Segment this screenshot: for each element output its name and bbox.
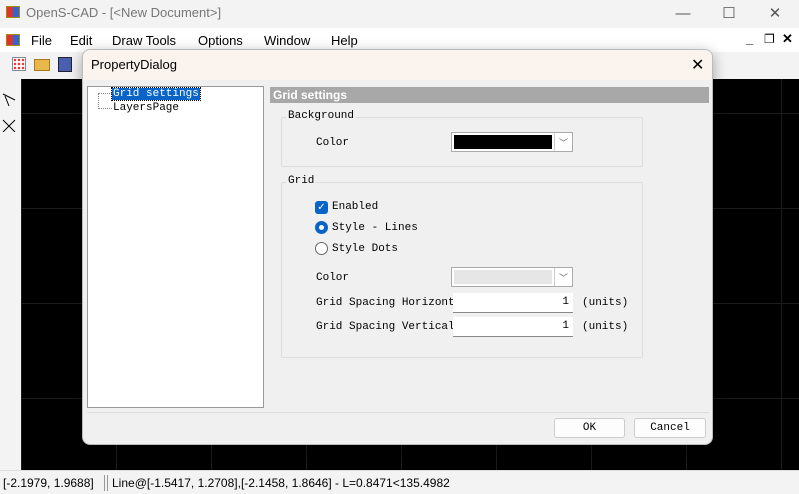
- toolbar: [0, 52, 80, 78]
- mdi-restore-icon[interactable]: ❐: [764, 32, 775, 46]
- page-header: Grid settings: [270, 87, 709, 103]
- tree-lines: [98, 93, 112, 109]
- dialog-close-icon[interactable]: ✕: [691, 55, 704, 75]
- style-dots-label: Style Dots: [332, 243, 399, 255]
- chevron-down-icon: ﹀: [554, 133, 572, 151]
- tree-item-layers-page[interactable]: LayersPage: [113, 102, 179, 114]
- menu-file[interactable]: File: [31, 33, 52, 48]
- style-dots-radio[interactable]: [315, 242, 328, 255]
- property-dialog: PropertyDialog ✕ Grid settings LayersPag…: [82, 49, 713, 445]
- mdi-icon: [6, 34, 20, 46]
- divider: [87, 412, 709, 413]
- status-coords: [-2.1979, 1.9688]: [3, 476, 94, 490]
- chevron-down-icon: ﹀: [554, 268, 572, 286]
- close-button[interactable]: ✕: [752, 0, 798, 26]
- mdi-minimize-icon[interactable]: _: [746, 31, 753, 46]
- save-icon[interactable]: [58, 57, 72, 72]
- grid-group-label: Grid: [286, 175, 317, 187]
- app-icon: [6, 6, 20, 18]
- line-tool-icon[interactable]: [1, 92, 17, 132]
- dialog-title: PropertyDialog: [91, 57, 177, 72]
- background-color-combo[interactable]: ﹀: [451, 132, 573, 152]
- mdi-close-icon[interactable]: ✕: [782, 31, 793, 47]
- style-lines-label: Style - Lines: [332, 222, 418, 234]
- maximize-button[interactable]: ☐: [706, 0, 752, 26]
- menu-draw-tools[interactable]: Draw Tools: [112, 33, 176, 48]
- draw-tools-strip: [0, 80, 20, 470]
- units-label-vertical: (units): [582, 321, 629, 333]
- title-bar: OpenS-CAD - [<New Document>] — ☐ ✕: [0, 0, 799, 26]
- grid-color-combo[interactable]: ﹀: [451, 267, 573, 287]
- status-separator: [104, 475, 108, 491]
- spacing-vertical-input[interactable]: 1: [453, 317, 573, 337]
- status-info: Line@[-1.5417, 1.2708],[-2.1458, 1.8646]…: [112, 476, 450, 490]
- ok-button[interactable]: OK: [554, 418, 625, 438]
- settings-tree: Grid settings LayersPage: [87, 86, 264, 408]
- enabled-checkbox[interactable]: ✓: [315, 201, 328, 214]
- style-lines-radio[interactable]: [315, 221, 328, 234]
- enabled-label: Enabled: [332, 201, 379, 213]
- background-group-label: Background: [286, 110, 357, 122]
- open-folder-icon[interactable]: [34, 59, 50, 71]
- units-label-horizontal: (units): [582, 297, 629, 309]
- menu-help[interactable]: Help: [331, 33, 358, 48]
- background-color-label: Color: [316, 137, 350, 149]
- color-swatch: [454, 270, 552, 284]
- status-bar: [-2.1979, 1.9688] Line@[-1.5417, 1.2708]…: [0, 470, 799, 494]
- minimize-button[interactable]: —: [660, 0, 706, 26]
- tree-line: [98, 93, 112, 94]
- grid-color-label: Color: [316, 272, 350, 284]
- cross-tool-icon: [2, 119, 16, 132]
- cancel-button[interactable]: Cancel: [634, 418, 706, 438]
- tree-item-grid-settings[interactable]: Grid settings: [111, 87, 201, 101]
- menu-options[interactable]: Options: [198, 33, 243, 48]
- color-swatch: [454, 135, 552, 149]
- window-title: OpenS-CAD - [<New Document>]: [26, 5, 222, 20]
- spacing-vertical-label: Grid Spacing Vertically: [316, 321, 468, 333]
- spacing-horizontal-input[interactable]: 1: [453, 293, 573, 313]
- spacing-horizontal-label: Grid Spacing Horizontal: [316, 297, 468, 309]
- new-document-icon[interactable]: [12, 57, 26, 71]
- menu-window[interactable]: Window: [264, 33, 310, 48]
- menu-edit[interactable]: Edit: [70, 33, 92, 48]
- dialog-title-bar: PropertyDialog ✕: [83, 50, 712, 80]
